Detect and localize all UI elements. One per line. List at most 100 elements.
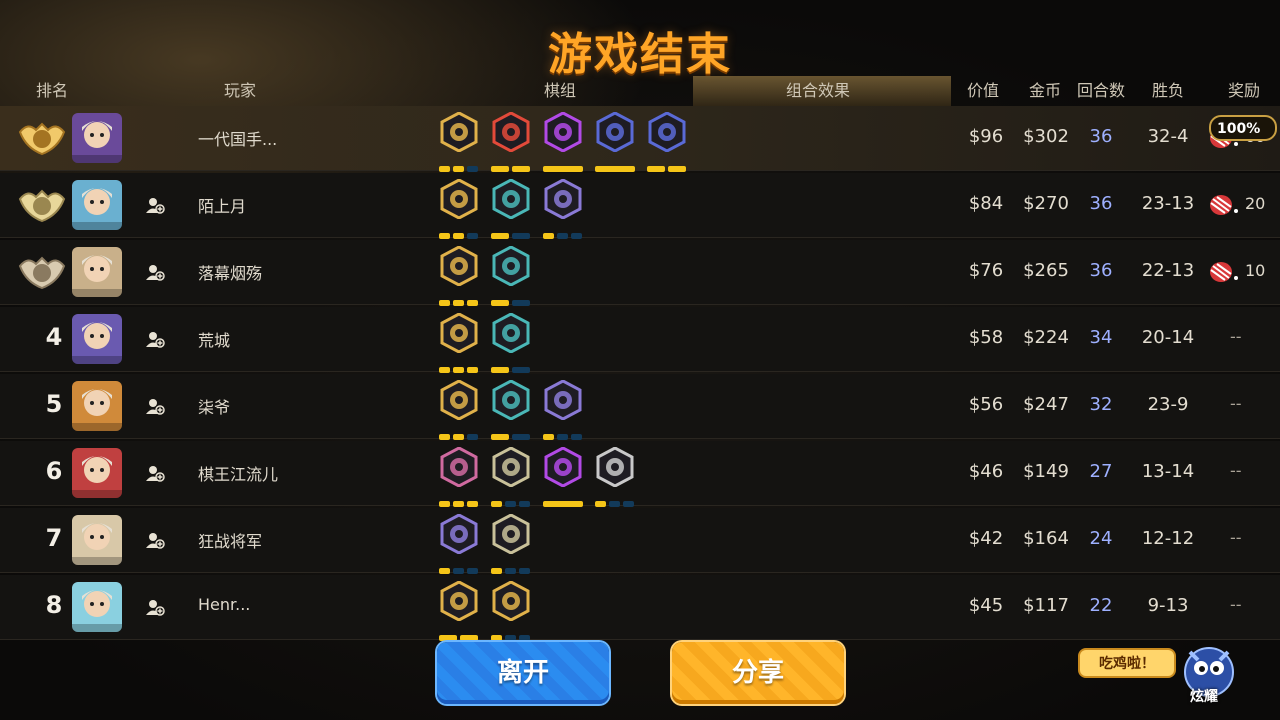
cell-value: $56 [968,394,1004,415]
synergy-knight-helm[interactable] [437,178,481,239]
synergy-claws[interactable] [437,580,481,641]
synergy-knight-helm[interactable] [437,379,481,440]
mystery-icon [491,379,531,421]
table-row: 5 柒爷 $56 $247 32 23-9 -- [0,374,1280,440]
rank-number: 5 [45,390,63,418]
synergy-knight-helm[interactable] [437,312,483,373]
player-name[interactable]: 一代国手... [198,126,277,150]
add-friend-icon[interactable] [145,262,165,282]
table-row: 落幕烟殇 $76 $265 36 22-13 10 [0,240,1280,306]
cell-rounds: 27 [1089,461,1113,482]
reward-amount: 20 [1245,194,1266,213]
synergy-skeleton-fish[interactable] [645,111,689,172]
synergy-level-bar [437,291,483,306]
player-name[interactable]: 荒城 [198,327,230,351]
synergy-level-bar [489,559,535,574]
cell-gold: $117 [1023,595,1069,616]
header-synergy: 组合效果 [785,81,850,100]
reward-cell: 10 [1205,260,1275,284]
table-row: 陌上月 $84 $270 36 23-13 20 [0,173,1280,239]
synergy-purple-demon[interactable] [541,446,587,507]
share-button[interactable]: 分享 [672,642,844,704]
avatar[interactable] [72,113,122,163]
synergy-mystery[interactable] [489,245,533,306]
gold-medal-icon [18,118,66,158]
avatar[interactable] [72,314,122,364]
reward-empty: -- [1230,394,1242,413]
synergy-level-bar [437,358,483,373]
player-name[interactable]: 陌上月 [198,193,246,217]
cell-value: $58 [968,327,1004,348]
knight-helm-icon [491,580,531,622]
cell-rounds: 36 [1089,126,1113,147]
add-friend-icon[interactable] [145,396,165,416]
leave-button[interactable]: 离开 [437,642,609,704]
synergy-golem[interactable] [593,446,637,507]
brag-label: 炫耀 [1190,689,1218,705]
player-name[interactable]: 柒爷 [198,394,230,418]
cell-value: $84 [968,193,1004,214]
golem-icon [595,446,635,488]
add-friend-icon[interactable] [145,195,165,215]
player-name[interactable]: Henr... [198,595,250,614]
synergy-tome[interactable] [541,178,585,239]
synergy-wizard-hat[interactable] [593,111,639,172]
synergy-mystery[interactable] [489,312,533,373]
synergy-demon-mask[interactable] [489,111,533,172]
purple-demon-icon [543,446,583,488]
avatar[interactable] [72,247,122,297]
synergy-tome[interactable] [541,379,585,440]
header-pieces: 棋组 [543,81,576,100]
header-value: 价值 [966,81,999,100]
cell-winloss: 22-13 [1141,260,1195,281]
synergy-knight-helm[interactable] [437,245,483,306]
cell-winloss: 23-9 [1147,394,1189,415]
bronze-medal-icon [18,252,66,292]
wizard-hat-icon [595,111,635,153]
synergy-level-bar [489,626,535,641]
add-friend-icon[interactable] [145,463,165,483]
page-title: 游戏结束 [548,29,732,80]
player-name[interactable]: 狂战将军 [198,528,262,552]
synergy-beast[interactable] [489,513,535,574]
table-row: 7 狂战将军 $42 $164 24 12-12 -- [0,508,1280,574]
reward-amount: 10 [1245,261,1266,280]
add-friend-icon[interactable] [145,329,165,349]
synergy-knight-helm[interactable] [489,580,535,641]
avatar[interactable] [72,180,122,230]
synergy-level-bar [437,157,483,172]
cell-value: $46 [968,461,1004,482]
avatar[interactable] [72,582,122,632]
cell-winloss: 13-14 [1141,461,1195,482]
synergy-gear[interactable] [437,111,483,172]
cell-rounds: 24 [1089,528,1113,549]
add-friend-icon[interactable] [145,597,165,617]
cell-rounds: 36 [1089,260,1113,281]
cell-gold: $247 [1023,394,1069,415]
synergy-mystery[interactable] [489,379,533,440]
player-name[interactable]: 棋王江流儿 [198,461,278,485]
synergy-mystery[interactable] [489,178,533,239]
avatar[interactable] [72,515,122,565]
add-friend-icon[interactable] [145,530,165,550]
header-player: 玩家 [223,81,256,100]
avatar[interactable] [72,381,122,431]
synergy-level-bar [541,492,587,507]
synergy-level-bar [593,157,639,172]
cell-winloss: 23-13 [1141,193,1195,214]
mystery-icon [491,245,531,287]
cell-rounds: 22 [1089,595,1113,616]
synergy-level-bar [541,157,587,172]
cell-winloss: 12-12 [1141,528,1195,549]
synergy-beast[interactable] [489,446,533,507]
reward-empty: -- [1230,595,1242,614]
chess-knight-icon [439,446,479,488]
skeleton-fish-icon [647,111,687,153]
synergy-chess-knight[interactable] [437,446,481,507]
synergy-tome[interactable] [437,513,481,574]
cell-rounds: 32 [1089,394,1113,415]
player-name[interactable]: 落幕烟殇 [198,260,262,284]
synergy-purple-demon[interactable] [541,111,587,172]
reward-empty: -- [1230,327,1242,346]
avatar[interactable] [72,448,122,498]
